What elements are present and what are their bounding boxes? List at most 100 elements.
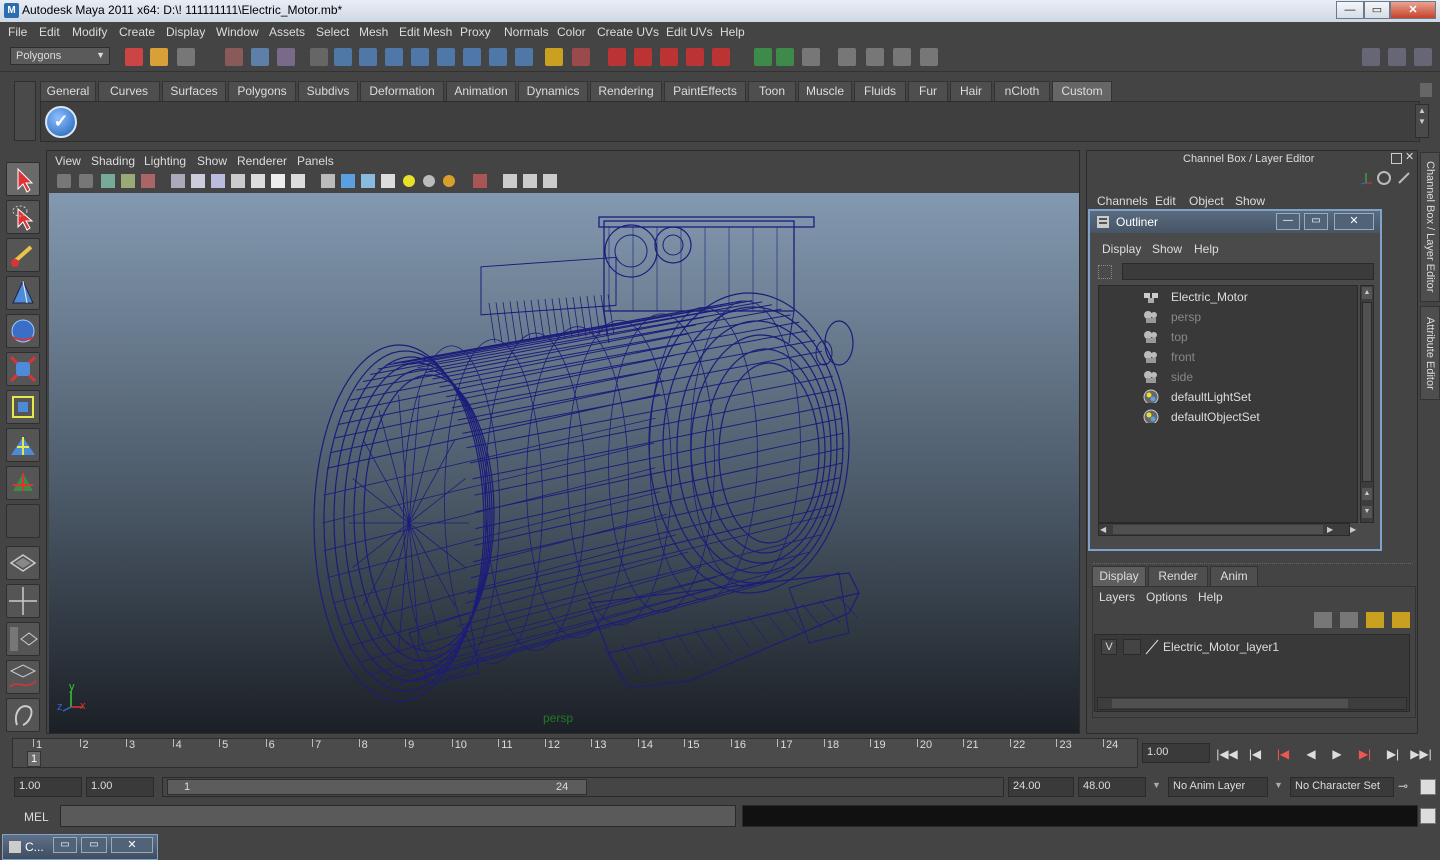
menu-edit-uvs[interactable]: Edit UVs	[666, 25, 713, 39]
move-tool-icon[interactable]	[6, 276, 40, 310]
outliner-item-top[interactable]: top	[1099, 328, 1357, 346]
snap-to-curve-icon[interactable]	[359, 48, 377, 66]
chevron-down-icon[interactable]: ▼	[1152, 780, 1161, 790]
render-view-icon[interactable]	[754, 48, 772, 66]
ipr-render-icon[interactable]	[838, 48, 856, 66]
open-scene-icon[interactable]	[150, 48, 168, 66]
channel-box-menu-edit[interactable]: Edit	[1155, 194, 1176, 208]
scroll-left-icon[interactable]: ◀	[1100, 524, 1110, 535]
play-backwards-button[interactable]: ◀	[1300, 744, 1322, 764]
paint-select-tool-icon[interactable]	[6, 238, 40, 272]
side-tab-attribute-editor[interactable]: Attribute Editor	[1420, 306, 1440, 400]
single-perspective-layout-icon[interactable]	[6, 546, 40, 580]
layer-menu-layers[interactable]: Layers	[1099, 590, 1135, 604]
command-input[interactable]	[60, 805, 736, 827]
outliner-item-default-object-set[interactable]: defaultObjectSet	[1099, 408, 1357, 426]
channel-box-menu-show[interactable]: Show	[1235, 194, 1265, 208]
create-layer-from-selected-icon[interactable]	[1392, 612, 1410, 628]
soft-modification-icon[interactable]	[6, 428, 40, 462]
clapper-icon[interactable]	[866, 48, 884, 66]
play-forwards-button[interactable]: ▶	[1326, 744, 1348, 764]
render-settings-icon[interactable]	[802, 48, 820, 66]
outliner-menu-show[interactable]: Show	[1152, 242, 1182, 256]
shelf-tab-ncloth[interactable]: nCloth	[994, 81, 1050, 101]
menu-proxy[interactable]: Proxy	[460, 25, 491, 39]
playback-end-time-field[interactable]: 24.00	[1008, 777, 1074, 797]
new-scene-icon[interactable]	[125, 48, 143, 66]
chevron-down-icon[interactable]: ▼	[1274, 780, 1283, 790]
snap-to-view-plane-icon[interactable]	[411, 48, 429, 66]
layer-scroll-thumb[interactable]	[1112, 699, 1348, 708]
scroll-up-icon[interactable]: ▲	[1362, 287, 1372, 299]
outliner-vertical-scrollbar[interactable]: ▲ ▲ ▼	[1360, 285, 1374, 523]
float-panel-icon[interactable]	[1391, 153, 1402, 164]
render-globals-icon[interactable]	[893, 48, 911, 66]
shelf-tab-surfaces[interactable]: Surfaces	[162, 81, 226, 101]
outliner-menu-display[interactable]: Display	[1102, 242, 1141, 256]
move-layer-up-icon[interactable]	[1314, 612, 1332, 628]
save-scene-icon[interactable]	[177, 48, 195, 66]
shelf-tab-rendering[interactable]: Rendering	[590, 81, 662, 101]
outliner-horizontal-scrollbar[interactable]: ◀ ▶	[1098, 523, 1350, 536]
scroll-right-icon[interactable]: ▶	[1327, 524, 1337, 535]
layer-menu-help[interactable]: Help	[1198, 590, 1223, 604]
input-ops-icon[interactable]	[634, 48, 652, 66]
shelf-scroll-arrows[interactable]: ▲ ▼	[1415, 104, 1429, 138]
character-set-dropdown[interactable]: No Character Set	[1290, 777, 1394, 797]
step-forward-frame-button[interactable]: ▶|	[1382, 744, 1404, 764]
menu-create[interactable]: Create	[119, 25, 155, 39]
layer-tab-anim[interactable]: Anim	[1210, 566, 1258, 586]
menu-color[interactable]: Color	[557, 25, 586, 39]
symmetry-icon[interactable]	[489, 48, 507, 66]
minimize-button[interactable]: —	[1336, 1, 1364, 19]
rotate-tool-icon[interactable]	[6, 314, 40, 348]
playback-start-time-field[interactable]: 1.00	[86, 777, 154, 797]
render-current-frame-icon[interactable]	[776, 48, 794, 66]
viewport-menu-show[interactable]: Show	[197, 154, 227, 168]
construction-history-icon[interactable]	[608, 48, 626, 66]
menu-help[interactable]: Help	[720, 25, 745, 39]
shelf-menu-handle[interactable]	[14, 81, 36, 141]
shelf-tab-animation[interactable]: Animation	[446, 81, 516, 101]
channel-box-menu-object[interactable]: Object	[1189, 194, 1224, 208]
layer-tab-render[interactable]: Render	[1148, 566, 1208, 586]
key-icon[interactable]: ⊸	[1398, 779, 1408, 793]
channel-box-manip-icon[interactable]	[1397, 171, 1411, 185]
viewport-menu-renderer[interactable]: Renderer	[237, 154, 287, 168]
current-time-marker[interactable]: 1	[27, 751, 41, 767]
script-editor-icon[interactable]	[1420, 808, 1436, 824]
select-by-component-icon[interactable]	[277, 48, 295, 66]
command-language-label[interactable]: MEL	[24, 810, 49, 824]
menu-set-dropdown[interactable]: Polygons ▼	[10, 47, 110, 65]
scale-tool-icon[interactable]	[6, 352, 40, 386]
shelf-tab-custom[interactable]: Custom	[1052, 81, 1112, 101]
maximize-button[interactable]: ▭	[1364, 1, 1390, 19]
shelf-tab-curves[interactable]: Curves	[98, 81, 160, 101]
four-view-layout-icon[interactable]	[6, 584, 40, 618]
layer-visibility-toggle[interactable]: V	[1101, 639, 1117, 655]
layer-color-swatch[interactable]	[1145, 639, 1159, 655]
scroll-up-icon-lower[interactable]: ▲	[1362, 488, 1372, 500]
animation-end-time-field[interactable]: 48.00	[1078, 777, 1146, 797]
viewport-menu-panels[interactable]: Panels	[297, 154, 334, 168]
snap-to-point-icon[interactable]	[385, 48, 403, 66]
minimized-close-button[interactable]: ✕	[111, 837, 153, 853]
select-by-hierarchy-icon[interactable]	[225, 48, 243, 66]
universal-manipulator-icon[interactable]	[6, 390, 40, 424]
shelf-tab-deformation[interactable]: Deformation	[360, 81, 444, 101]
trash-icon[interactable]	[1420, 83, 1432, 97]
persp-outliner-layout-icon[interactable]	[6, 622, 40, 656]
minimized-maximize-button[interactable]: ▭	[81, 837, 107, 853]
menu-select[interactable]: Select	[316, 25, 349, 39]
outliner-item-side[interactable]: side	[1099, 368, 1357, 386]
menu-mesh[interactable]: Mesh	[359, 25, 388, 39]
scroll-thumb[interactable]	[1362, 302, 1372, 482]
select-tool-icon[interactable]	[6, 162, 40, 196]
outliner-item-persp[interactable]: persp	[1099, 308, 1357, 326]
selection-mask-icon[interactable]	[572, 48, 590, 66]
outliner-menu-help[interactable]: Help	[1194, 242, 1219, 256]
side-tab-channel-box[interactable]: Channel Box / Layer Editor	[1420, 152, 1440, 302]
outliner-filter-input[interactable]	[1122, 263, 1374, 280]
menu-file[interactable]: File	[8, 25, 27, 39]
snap-to-grid-icon[interactable]	[334, 48, 352, 66]
